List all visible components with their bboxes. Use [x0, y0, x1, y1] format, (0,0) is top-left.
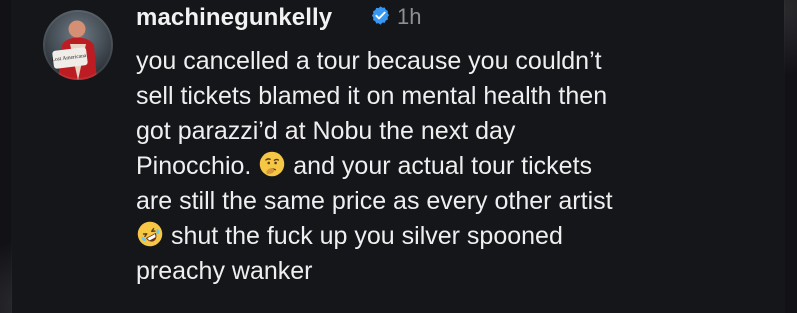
- comment-line-6: shut the fuck up you silver spooned: [136, 219, 776, 254]
- comment-line-1: you cancelled a tour because you couldn’…: [136, 47, 602, 75]
- timestamp: 1h: [397, 4, 422, 29]
- comment-line-4-start: Pinocchio.: [136, 152, 252, 180]
- comment-line-3: got parazzi’d at Nobu the next day: [136, 117, 516, 145]
- verified-badge-icon: [370, 5, 391, 26]
- comment-card: Lost Americana machinegunkelly 1h you ca…: [12, 0, 784, 313]
- comment-line-7: preachy wanker: [136, 257, 313, 285]
- username[interactable]: machinegunkelly: [136, 6, 332, 30]
- comment-line-4: Pinocchio. and your actual tour tickets: [136, 149, 776, 184]
- avatar[interactable]: Lost Americana: [43, 10, 113, 80]
- comment-line-4-end: and your actual tour tickets: [293, 152, 593, 180]
- comment-line-5: are still the same price as every other …: [136, 187, 613, 215]
- thinking-face-emoji: [258, 150, 286, 178]
- comment-line-6-text: shut the fuck up you silver spooned: [170, 222, 563, 250]
- comment-line-2: sell tickets blamed it on mental health …: [136, 82, 608, 110]
- comment-text: you cancelled a tour because you couldn’…: [136, 44, 776, 289]
- rolling-on-the-floor-laughing-emoji: [136, 220, 164, 248]
